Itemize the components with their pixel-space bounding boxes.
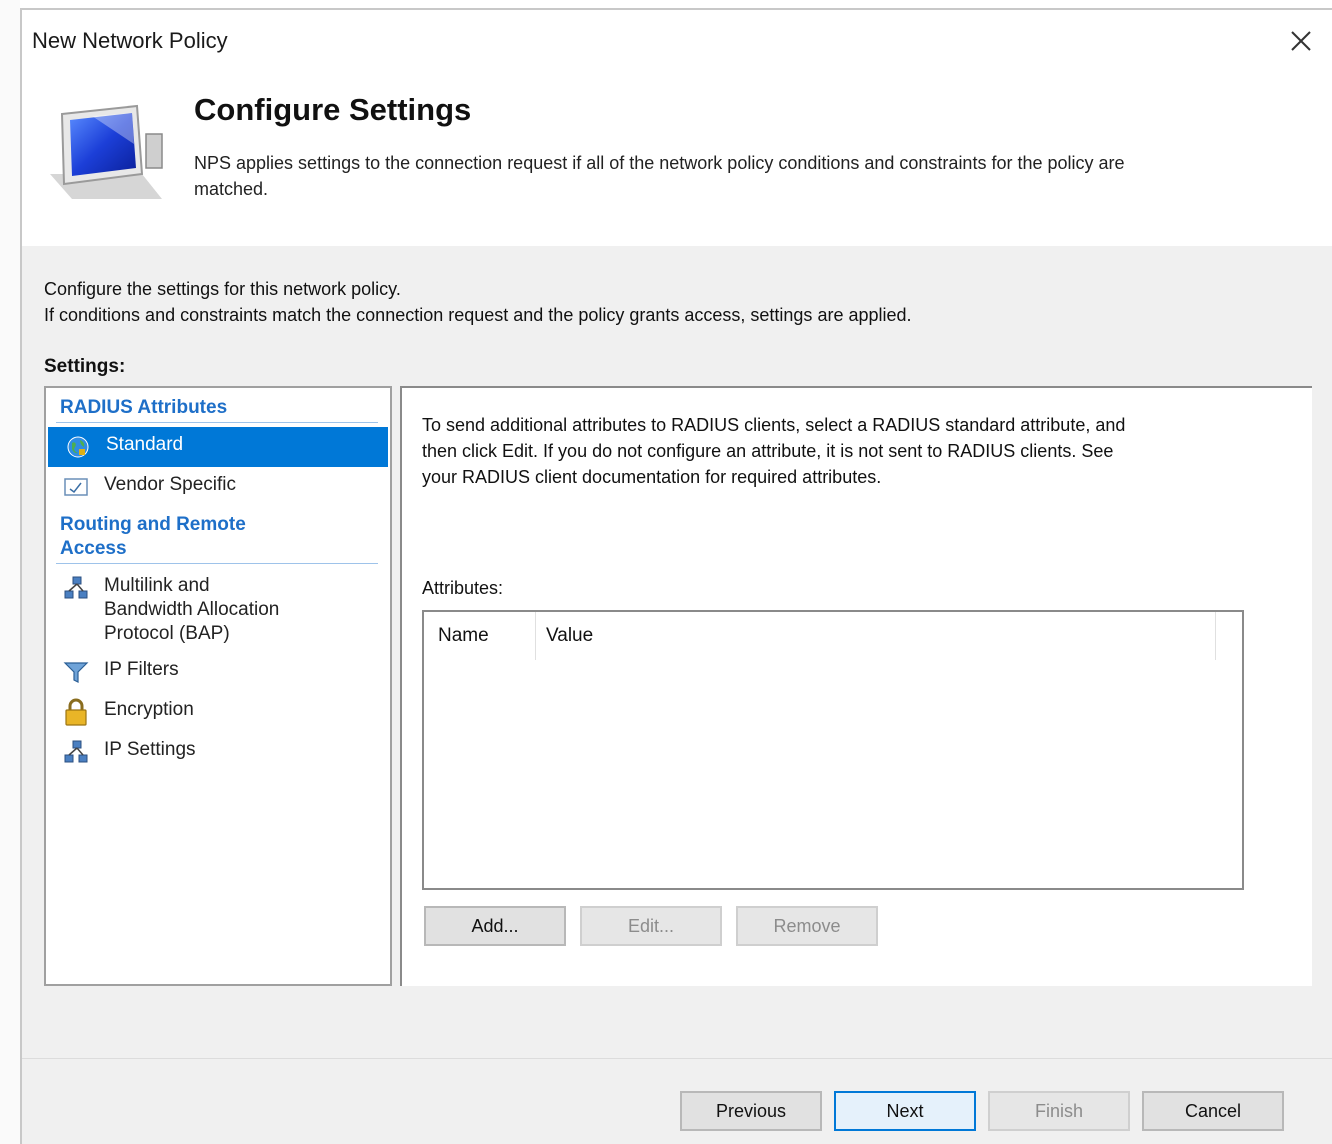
next-button[interactable]: Next (834, 1091, 976, 1131)
nav-item-standard[interactable]: Standard (48, 427, 388, 467)
settings-nav-tree: RADIUS Attributes Standard Vendor Specif… (44, 386, 392, 986)
wizard-footer: Previous Next Finish Cancel (22, 1058, 1332, 1144)
edit-button[interactable]: Edit... (580, 906, 722, 946)
nav-item-vendor-specific[interactable]: Vendor Specific (46, 467, 390, 507)
nav-item-encryption[interactable]: Encryption (46, 692, 390, 732)
computer-monitor-icon (50, 104, 163, 199)
nav-item-label-line: Multilink and (104, 575, 210, 596)
page-title: Configure Settings (194, 92, 472, 127)
filter-icon (62, 658, 90, 686)
globe-icon (64, 433, 92, 461)
nav-item-label: Standard (106, 434, 184, 455)
nav-group-routing-remote-access: Routing and Remote Access (46, 513, 390, 561)
intro-line: If conditions and constraints match the … (44, 305, 912, 325)
nav-item-label: IP Settings (104, 739, 196, 760)
attributes-list[interactable]: Name Value (422, 610, 1244, 890)
previous-button[interactable]: Previous (680, 1091, 822, 1131)
add-button[interactable]: Add... (424, 906, 566, 946)
settings-label: Settings: (44, 356, 126, 377)
nav-group-label: Access (60, 538, 127, 559)
nav-item-ip-settings[interactable]: IP Settings (46, 732, 390, 772)
nav-item-ip-filters[interactable]: IP Filters (46, 652, 390, 692)
network-icon (62, 738, 90, 766)
nav-item-label: Encryption (104, 699, 194, 720)
nav-group-radius-attributes: RADIUS Attributes (60, 397, 228, 418)
header-description: NPS applies settings to the connection r… (194, 150, 1332, 202)
nav-item-label-line: Protocol (BAP) (104, 623, 230, 644)
close-button[interactable] (1284, 24, 1318, 58)
intro-text: Configure the settings for this network … (44, 276, 912, 328)
vendor-icon (62, 473, 90, 501)
attributes-label: Attributes: (422, 578, 504, 598)
panel-description-line: then click Edit. If you do not configure… (422, 441, 1114, 461)
header-description-line: matched. (194, 179, 269, 199)
background-window-edge (0, 0, 20, 1144)
nav-group-divider (56, 563, 378, 564)
window-title: New Network Policy (32, 28, 228, 53)
column-header-value[interactable]: Value (536, 612, 1216, 660)
header-description-line: NPS applies settings to the connection r… (194, 153, 1125, 173)
new-network-policy-dialog: New Network Policy Configure Settings NP… (20, 8, 1332, 1144)
nav-item-label: Multilink and Bandwidth Allocation Proto… (104, 574, 279, 646)
lock-icon (62, 698, 90, 726)
title-bar: New Network Policy (22, 10, 1332, 70)
settings-detail-panel: To send additional attributes to RADIUS … (400, 386, 1312, 986)
cancel-button[interactable]: Cancel (1142, 1091, 1284, 1131)
wizard-header: Configure Settings NPS applies settings … (22, 70, 1332, 246)
nav-group-label: Routing and Remote (60, 514, 246, 535)
column-header-name[interactable]: Name (424, 612, 536, 660)
close-icon (1291, 31, 1311, 51)
panel-description-line: To send additional attributes to RADIUS … (422, 415, 1126, 435)
intro-line: Configure the settings for this network … (44, 279, 401, 299)
attributes-header-row: Name Value (424, 612, 1242, 660)
remove-button[interactable]: Remove (736, 906, 878, 946)
nav-item-label: IP Filters (104, 659, 179, 680)
panel-description: To send additional attributes to RADIUS … (422, 412, 1282, 490)
network-icon (62, 574, 90, 602)
nav-item-label: Vendor Specific (104, 474, 237, 495)
nav-group-divider (56, 422, 378, 423)
nav-item-label-line: Bandwidth Allocation (104, 599, 280, 620)
nav-item-multilink-bap[interactable]: Multilink and Bandwidth Allocation Proto… (46, 568, 390, 652)
wizard-body: Configure the settings for this network … (22, 246, 1332, 1058)
panel-description-line: your RADIUS client documentation for req… (422, 467, 882, 487)
finish-button[interactable]: Finish (988, 1091, 1130, 1131)
